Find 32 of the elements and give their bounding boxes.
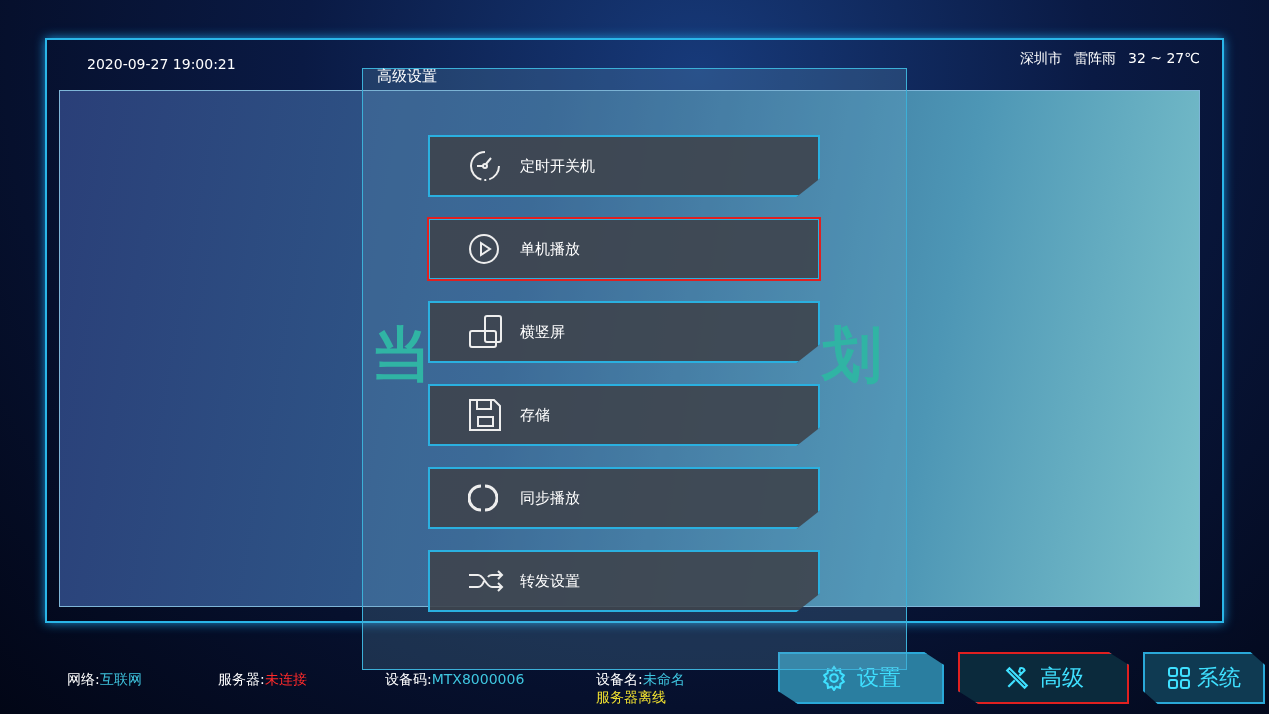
menu-item[interactable]: 定时开关机 xyxy=(428,135,820,197)
tools-icon xyxy=(1003,665,1030,691)
datetime: 2020-09-27 19:00:21 xyxy=(87,56,236,72)
menu-item[interactable]: 单机播放 xyxy=(428,218,820,280)
status-value: 未连接 xyxy=(264,671,307,687)
shuffle-icon xyxy=(468,568,504,594)
menu-item[interactable]: 转发设置 xyxy=(428,550,820,612)
play-icon xyxy=(468,233,500,265)
status-note: 服务器离线 xyxy=(596,689,667,707)
menu-item[interactable]: 存储 xyxy=(428,384,820,446)
settings-icon xyxy=(821,665,847,691)
weather-condition: 雷阵雨 xyxy=(1074,50,1116,68)
tab[interactable]: 系统 xyxy=(1143,652,1265,704)
status-value: MTX8000006 xyxy=(431,671,525,687)
panel-title: 高级设置 xyxy=(377,67,437,86)
menu-item[interactable]: 横竖屏 xyxy=(428,301,820,363)
save-icon xyxy=(468,398,502,432)
status-label: 设备名: xyxy=(596,671,643,687)
status-value: 互联网 xyxy=(99,671,142,687)
screen-rotate-icon xyxy=(468,314,504,350)
timer-icon xyxy=(468,149,502,183)
city: 深圳市 xyxy=(1020,50,1062,68)
status-value: 未命名 xyxy=(642,671,685,687)
status-label: 设备码: xyxy=(385,671,432,687)
menu-item[interactable]: 同步播放 xyxy=(428,467,820,529)
grid-icon xyxy=(1167,666,1191,690)
sync-icon xyxy=(468,483,498,513)
temperature: 32 ~ 27℃ xyxy=(1128,50,1200,68)
status-label: 服务器: xyxy=(218,671,265,687)
no-schedule-message: 当 xyxy=(371,318,431,391)
status-label: 网络: xyxy=(67,671,100,687)
tab[interactable]: 高级 xyxy=(958,652,1129,704)
